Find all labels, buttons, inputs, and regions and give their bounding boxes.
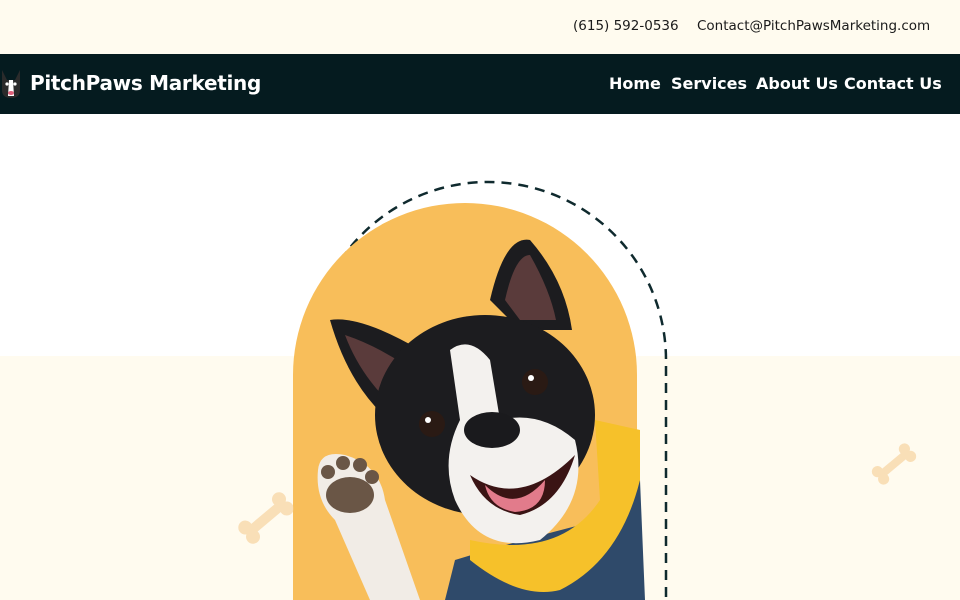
email-link[interactable]: Contact@PitchPawsMarketing.com [697,18,930,34]
main-navbar: PitchPaws Marketing Home Services About … [0,54,960,114]
nav-contact-link[interactable]: Contact Us [844,74,942,93]
nav-home-link[interactable]: Home [609,74,661,93]
bone-icon [238,492,294,544]
bone-icon [871,443,917,485]
top-contact-bar: (615) 592-0536 Contact@PitchPawsMarketin… [0,0,960,54]
phone-link[interactable]: (615) 592-0536 [573,18,679,34]
hero-illustration [238,180,917,600]
nav-services-link[interactable]: Services [671,74,747,93]
boston-terrier-logo-icon[interactable] [0,68,22,100]
brand-name[interactable]: PitchPaws Marketing [30,71,261,95]
nav-about-link[interactable]: About Us [756,74,838,93]
